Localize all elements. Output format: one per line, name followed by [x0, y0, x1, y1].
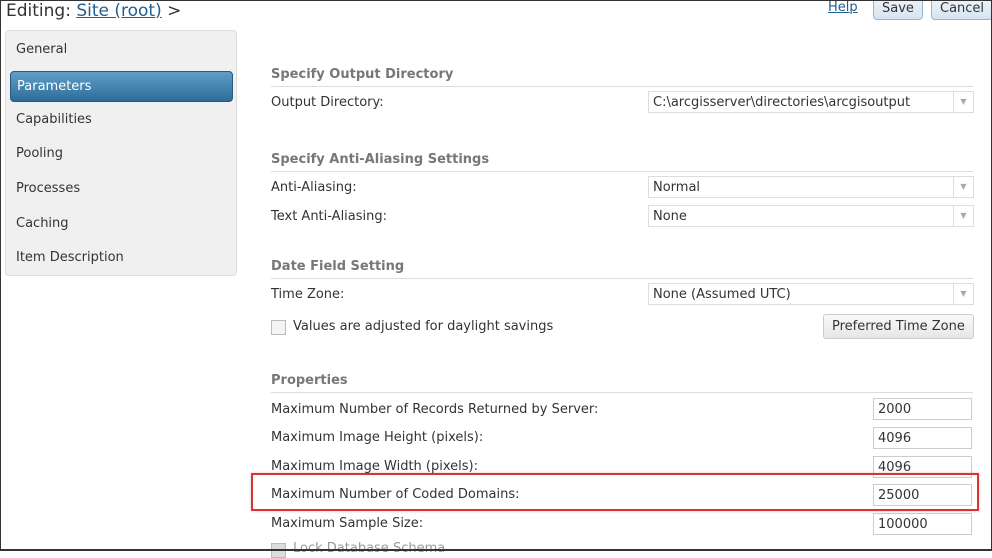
chevron-down-icon[interactable]: ▼ [953, 206, 973, 226]
daylight-savings-label: Values are adjusted for daylight savings [293, 319, 554, 334]
time-zone-select[interactable]: None (Assumed UTC) ▼ [648, 283, 974, 305]
chevron-down-icon[interactable]: ▼ [953, 177, 973, 197]
max-image-height-label: Maximum Image Height (pixels): [271, 430, 484, 445]
editing-label: Editing: [6, 1, 71, 21]
max-coded-domains-label: Maximum Number of Coded Domains: [271, 487, 520, 502]
page-title: Editing: Site (root) > [6, 1, 181, 21]
site-root-link[interactable]: Site (root) [76, 1, 161, 21]
max-sample-size-label: Maximum Sample Size: [271, 516, 424, 531]
breadcrumb-separator: > [167, 1, 182, 21]
lock-schema-label: Lock Database Schema [293, 541, 446, 556]
section-output-directory: Specify Output Directory [271, 67, 973, 87]
output-directory-value: C:\arcgisserver\directories\arcgisoutput [653, 95, 911, 110]
sidebar-item-item-description[interactable]: Item Description [6, 244, 236, 279]
anti-aliasing-select[interactable]: Normal ▼ [648, 176, 974, 198]
text-anti-aliasing-select[interactable]: None ▼ [648, 205, 974, 227]
text-anti-aliasing-label: Text Anti-Aliasing: [271, 209, 388, 224]
chevron-down-icon[interactable]: ▼ [953, 92, 973, 112]
output-directory-select[interactable]: C:\arcgisserver\directories\arcgisoutput… [648, 91, 974, 113]
max-image-width-label: Maximum Image Width (pixels): [271, 459, 478, 474]
sidebar: General Parameters Capabilities Pooling … [5, 30, 237, 276]
section-properties: Properties [271, 373, 973, 393]
max-sample-size-input[interactable]: 100000 [873, 513, 972, 535]
sidebar-item-general[interactable]: General [6, 36, 236, 71]
sidebar-item-capabilities[interactable]: Capabilities [6, 106, 236, 141]
max-records-input[interactable]: 2000 [873, 398, 972, 420]
anti-aliasing-label: Anti-Aliasing: [271, 180, 357, 195]
sidebar-item-caching[interactable]: Caching [6, 210, 236, 245]
help-link[interactable]: Help [828, 0, 858, 15]
text-anti-aliasing-value: None [653, 209, 687, 224]
chevron-down-icon[interactable]: ▼ [953, 284, 973, 304]
sidebar-item-pooling[interactable]: Pooling [6, 140, 236, 175]
anti-aliasing-value: Normal [653, 180, 701, 195]
preferred-time-zone-button[interactable]: Preferred Time Zone [823, 314, 974, 339]
daylight-savings-checkbox[interactable] [271, 320, 286, 335]
sidebar-item-processes[interactable]: Processes [6, 175, 236, 210]
time-zone-label: Time Zone: [271, 287, 345, 302]
section-date-field: Date Field Setting [271, 259, 973, 279]
max-coded-domains-input[interactable]: 25000 [873, 484, 972, 506]
sidebar-item-parameters[interactable]: Parameters [10, 70, 233, 102]
cancel-button[interactable]: Cancel [931, 0, 992, 20]
max-image-height-input[interactable]: 4096 [873, 427, 972, 449]
section-anti-aliasing: Specify Anti-Aliasing Settings [271, 152, 973, 172]
max-records-label: Maximum Number of Records Returned by Se… [271, 402, 599, 417]
time-zone-value: None (Assumed UTC) [653, 287, 791, 302]
save-button[interactable]: Save [873, 0, 923, 20]
output-directory-label: Output Directory: [271, 95, 384, 110]
